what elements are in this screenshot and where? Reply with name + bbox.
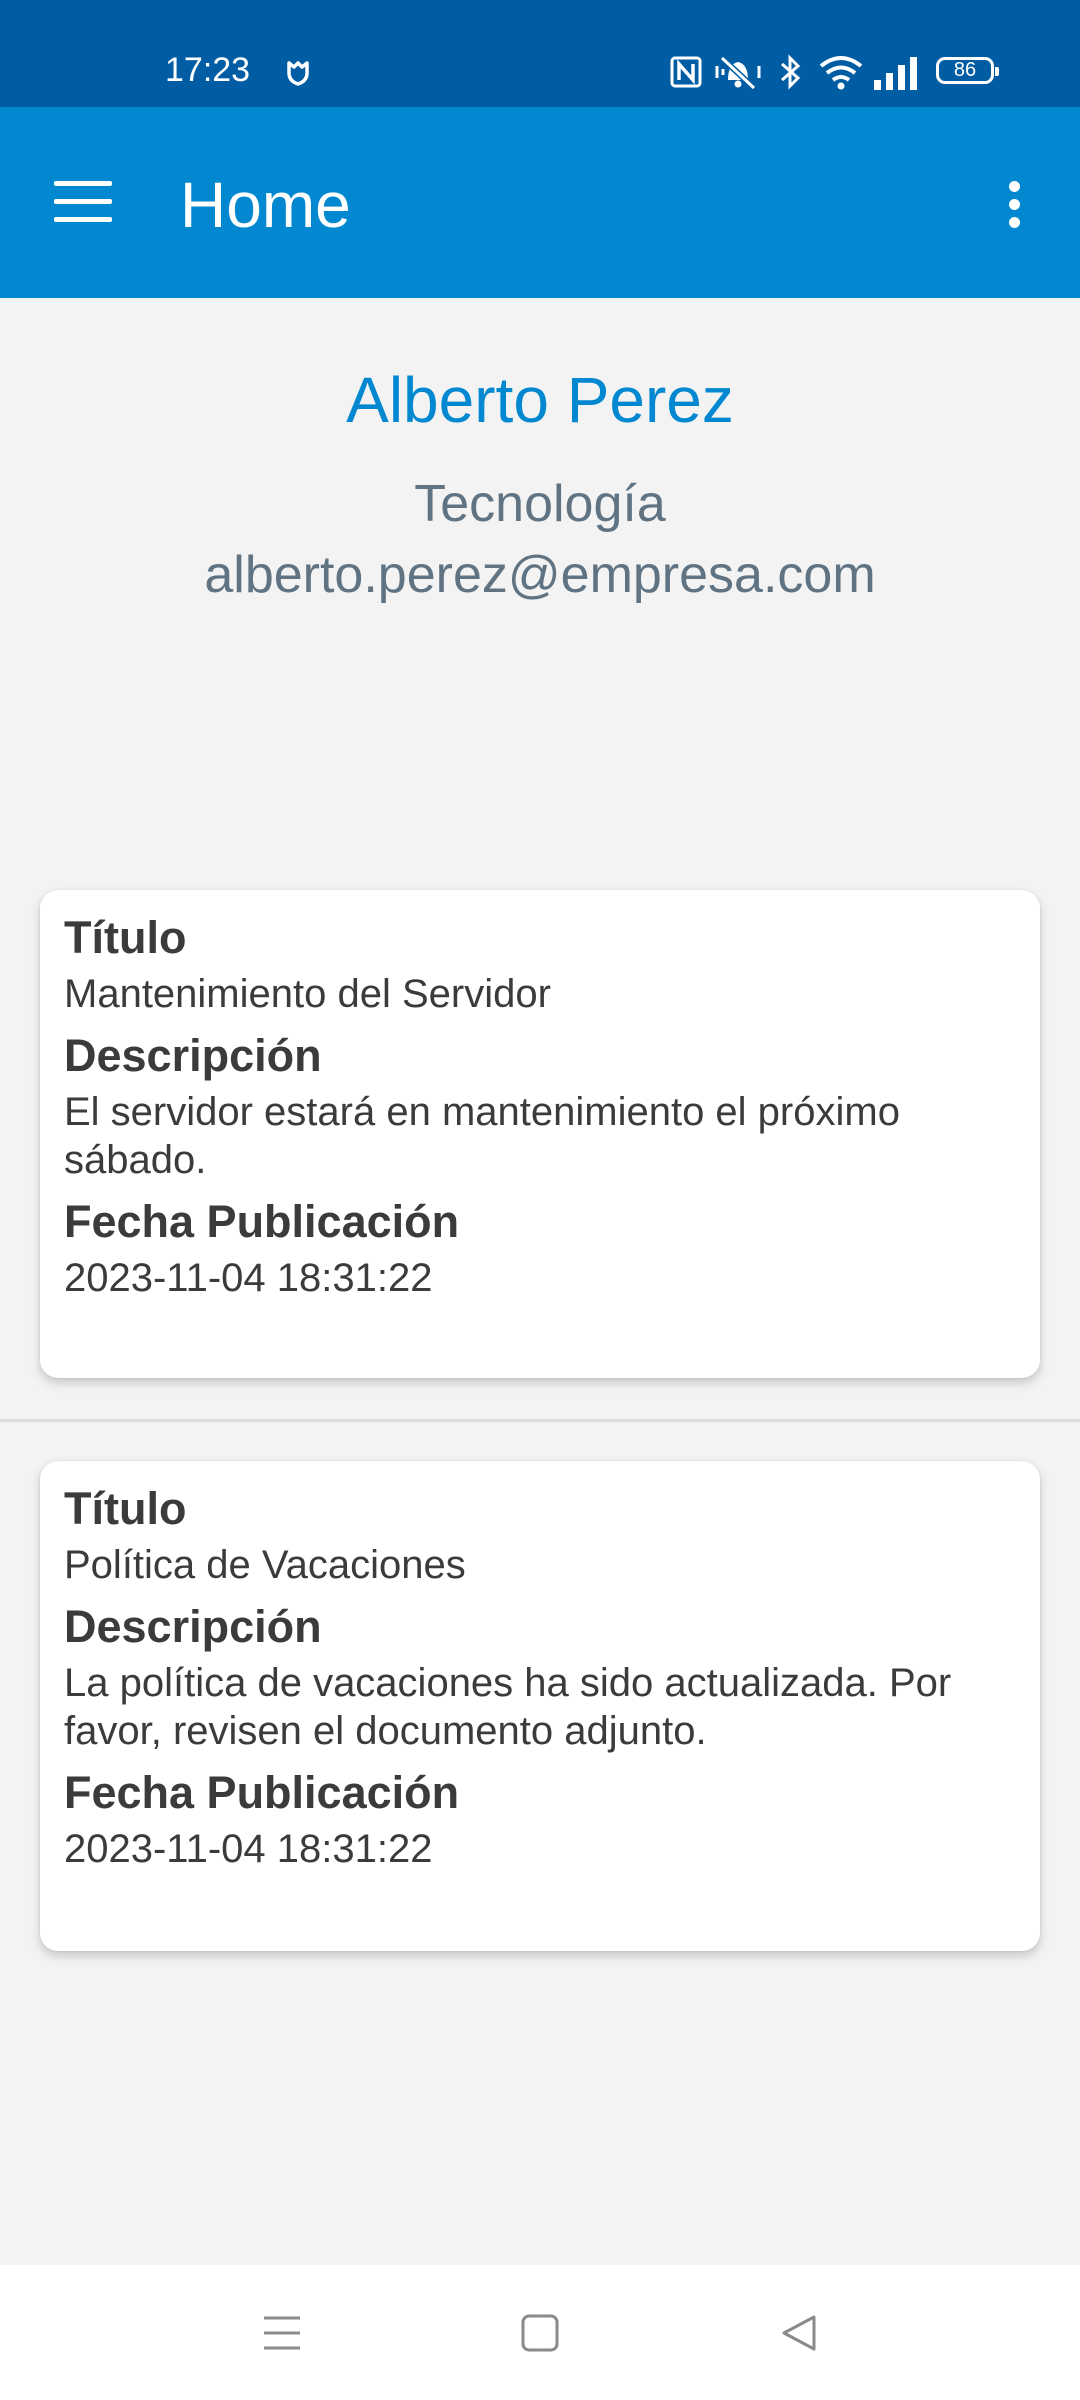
- announcement-description: La política de vacaciones ha sido actual…: [64, 1661, 952, 1753]
- user-email: alberto.perez@empresa.com: [204, 546, 876, 604]
- hamburger-menu-icon[interactable]: [54, 179, 112, 227]
- description-label: Descripción: [64, 1030, 322, 1081]
- status-bar: 17:23 86: [0, 0, 1080, 107]
- home-icon[interactable]: [521, 2314, 559, 2352]
- announcement-title: Política de Vacaciones: [64, 1543, 466, 1587]
- announcement-date: 2023-11-04 18:31:22: [64, 1827, 433, 1871]
- vibrate-icon: [715, 55, 761, 90]
- battery-icon: 86: [936, 57, 999, 84]
- wifi-icon: [819, 56, 863, 90]
- status-time: 17:23: [165, 51, 251, 89]
- announcement-card[interactable]: Título Mantenimiento del Servidor Descri…: [40, 890, 1040, 1378]
- user-name: Alberto Perez: [346, 364, 734, 436]
- recents-icon[interactable]: [262, 2315, 302, 2351]
- title-label: Título: [64, 912, 187, 963]
- bluetooth-icon: [781, 54, 801, 90]
- description-label: Descripción: [64, 1601, 322, 1652]
- user-department: Tecnología: [414, 475, 666, 533]
- announcement-card[interactable]: Título Política de Vacaciones Descripció…: [40, 1461, 1040, 1951]
- back-icon[interactable]: [780, 2314, 818, 2352]
- list-divider: [0, 1419, 1080, 1422]
- more-vert-icon[interactable]: [1000, 175, 1028, 235]
- signal-icon: [874, 57, 917, 90]
- announcement-date: 2023-11-04 18:31:22: [64, 1256, 433, 1300]
- date-label: Fecha Publicación: [64, 1767, 460, 1818]
- shield-notification-icon: [287, 61, 309, 86]
- system-nav-bar: [0, 2265, 1080, 2400]
- app-bar: Home: [0, 107, 1080, 298]
- announcement-title: Mantenimiento del Servidor: [64, 972, 551, 1016]
- title-label: Título: [64, 1483, 187, 1534]
- page-title: Home: [180, 169, 351, 241]
- nfc-icon: [670, 56, 702, 88]
- announcement-description: El servidor estará en mantenimiento el p…: [64, 1090, 900, 1182]
- date-label: Fecha Publicación: [64, 1196, 460, 1247]
